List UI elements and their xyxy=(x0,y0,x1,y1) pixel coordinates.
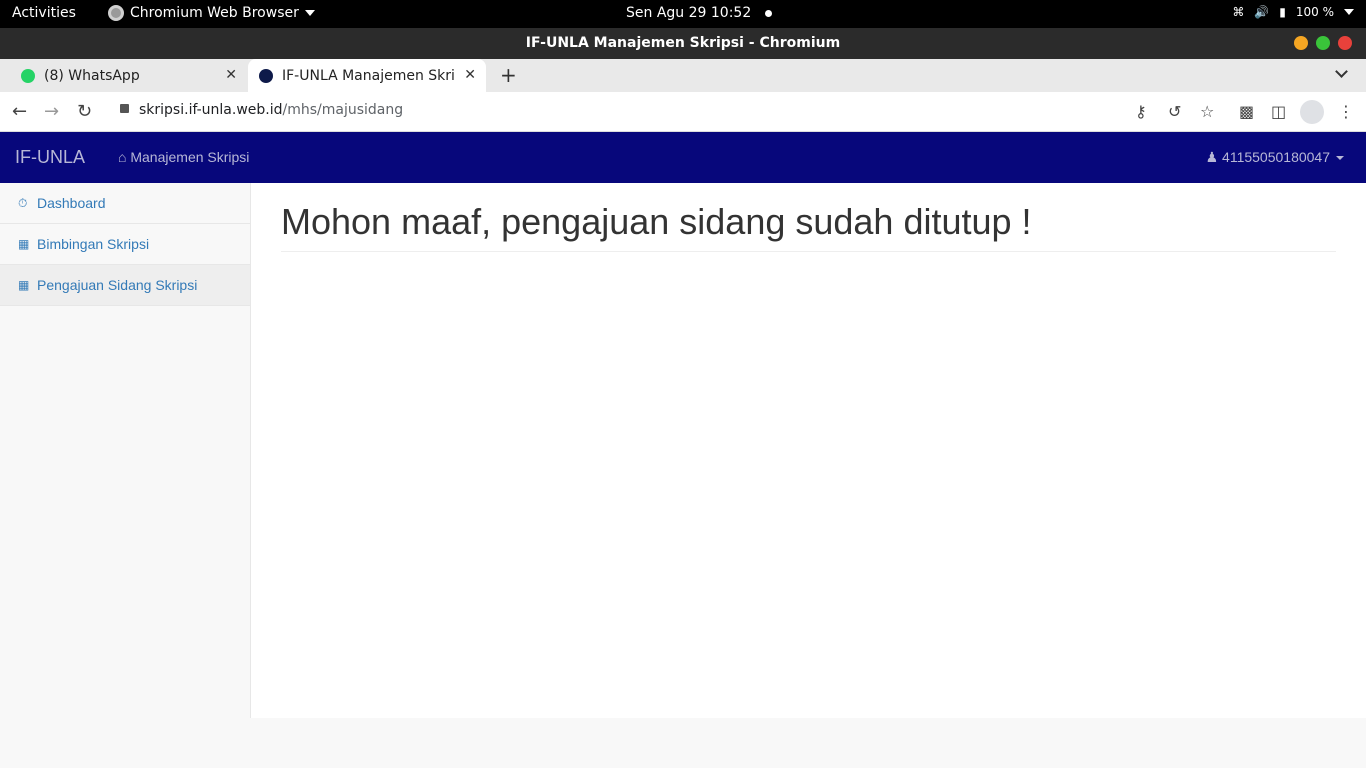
tab-search-chevron-icon[interactable] xyxy=(1335,65,1348,78)
key-icon[interactable]: ⚷ xyxy=(1135,102,1147,121)
forward-button[interactable]: → xyxy=(44,101,59,122)
share-icon[interactable]: ↺ xyxy=(1168,102,1181,121)
activities-button[interactable]: Activities xyxy=(12,5,76,21)
window-title: IF-UNLA Manajemen Skripsi - Chromium xyxy=(525,35,841,51)
address-bar[interactable]: skripsi.if-unla.web.id/mhs/majusidang xyxy=(120,102,403,118)
chromium-icon xyxy=(108,5,124,21)
battery-label: 100 % xyxy=(1295,5,1334,19)
system-tray[interactable]: ⌘ 🔊 ▮ 100 % xyxy=(1232,5,1354,19)
home-icon: ⌂ xyxy=(118,149,127,165)
close-tab-icon[interactable]: ✕ xyxy=(225,67,237,83)
divider xyxy=(281,251,1336,252)
tab-title: (8) WhatsApp xyxy=(44,67,140,84)
table-icon: ▦ xyxy=(18,237,30,251)
nav-link-label: Manajemen Skripsi xyxy=(130,149,250,165)
volume-icon: 🔊 xyxy=(1254,5,1270,19)
bookmark-star-icon[interactable]: ☆ xyxy=(1200,102,1214,121)
notification-dot-icon xyxy=(765,9,773,17)
menu-kebab-icon[interactable]: ⋮ xyxy=(1338,102,1354,121)
battery-icon: ▮ xyxy=(1279,5,1286,19)
page-heading: Mohon maaf, pengajuan sidang sudah ditut… xyxy=(281,201,1032,242)
url-host: skripsi.if-unla.web.id xyxy=(139,102,283,118)
tab-manajemen-skripsi[interactable]: IF-UNLA Manajemen Skrip ✕ xyxy=(248,59,486,92)
new-tab-button[interactable]: + xyxy=(500,63,517,87)
user-icon: ♟ xyxy=(1205,149,1219,165)
sidebar-item-dashboard[interactable]: ⏱ Dashboard xyxy=(0,183,250,224)
clock-label: Sen Agu 29 10:52 xyxy=(626,5,752,21)
profile-avatar-icon[interactable] xyxy=(1300,100,1324,124)
side-panel-icon[interactable]: ◫ xyxy=(1271,102,1286,121)
clock[interactable]: Sen Agu 29 10:52 xyxy=(626,5,773,21)
minimize-button[interactable] xyxy=(1294,36,1308,50)
url-path: /mhs/majusidang xyxy=(282,102,404,118)
sidebar-item-bimbingan-skripsi[interactable]: ▦ Bimbingan Skripsi xyxy=(0,224,250,265)
user-id: 41155050180047 xyxy=(1222,149,1330,165)
table-icon: ▦ xyxy=(18,278,30,292)
close-tab-icon[interactable]: ✕ xyxy=(464,67,476,83)
chevron-down-icon xyxy=(1344,9,1354,15)
site-navbar: IF-UNLA ⌂ Manajemen Skripsi ♟ 4115505018… xyxy=(0,132,1366,183)
reload-button[interactable]: ↻ xyxy=(77,101,92,122)
sidebar-item-label: Dashboard xyxy=(37,195,106,211)
sidebar-item-label: Bimbingan Skripsi xyxy=(37,236,150,252)
close-window-button[interactable] xyxy=(1338,36,1352,50)
chevron-down-icon xyxy=(304,10,315,16)
tab-title: IF-UNLA Manajemen Skrip xyxy=(282,67,454,84)
sidebar: ⏱ Dashboard ▦ Bimbingan Skripsi ▦ Pengaj… xyxy=(0,183,251,718)
site-favicon-icon xyxy=(259,68,273,83)
site-brand[interactable]: IF-UNLA xyxy=(15,147,85,168)
user-menu[interactable]: ♟ 41155050180047 xyxy=(1206,149,1344,166)
lock-icon xyxy=(120,104,129,113)
main-content: Mohon maaf, pengajuan sidang sudah ditut… xyxy=(251,183,1366,718)
app-menu-label: Chromium Web Browser xyxy=(130,5,299,21)
caret-down-icon xyxy=(1336,156,1344,161)
window-title-bar: IF-UNLA Manajemen Skripsi - Chromium xyxy=(0,28,1366,59)
tab-strip: (8) WhatsApp ✕ IF-UNLA Manajemen Skrip ✕… xyxy=(0,59,1366,92)
whatsapp-icon xyxy=(21,68,35,83)
maximize-button[interactable] xyxy=(1316,36,1330,50)
browser-toolbar: ← → ↻ skripsi.if-unla.web.id/mhs/majusid… xyxy=(0,92,1366,132)
nav-manajemen-skripsi[interactable]: ⌂ Manajemen Skripsi xyxy=(118,149,249,165)
sidebar-item-label: Pengajuan Sidang Skripsi xyxy=(37,277,198,293)
app-menu[interactable]: Chromium Web Browser xyxy=(108,5,315,21)
sidebar-item-pengajuan-sidang-skripsi[interactable]: ▦ Pengajuan Sidang Skripsi xyxy=(0,265,250,306)
wifi-icon: ⌘ xyxy=(1232,5,1245,19)
extensions-icon[interactable]: ▩ xyxy=(1239,102,1254,121)
dashboard-icon: ⏱ xyxy=(18,195,28,210)
system-top-bar: Activities Chromium Web Browser Sen Agu … xyxy=(0,0,1366,28)
back-button[interactable]: ← xyxy=(12,101,27,122)
tab-whatsapp[interactable]: (8) WhatsApp ✕ xyxy=(0,59,247,92)
